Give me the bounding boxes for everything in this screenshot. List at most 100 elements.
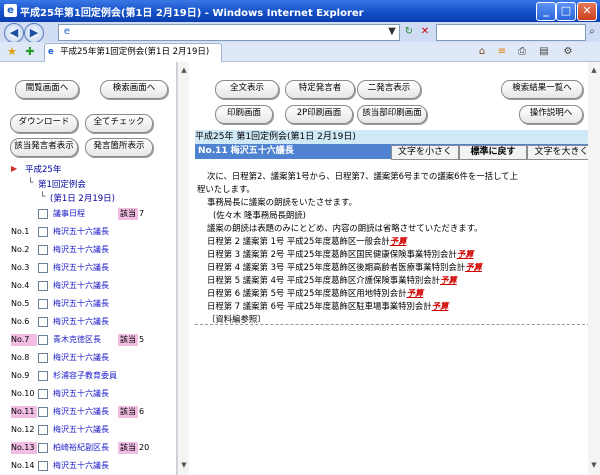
print-icon[interactable]: ⎙ <box>516 46 528 58</box>
search-icon[interactable]: ⌕ <box>586 26 598 38</box>
checkbox[interactable] <box>38 389 48 399</box>
scroll-down-icon[interactable]: ▼ <box>179 460 189 470</box>
list-item[interactable]: No.6 梅沢五十六議長 <box>0 314 176 330</box>
tools-gear-icon[interactable]: ⚙ <box>562 46 574 58</box>
close-button[interactable]: ✕ <box>577 2 597 21</box>
checkbox[interactable] <box>38 407 48 417</box>
tree-session[interactable]: 第1回定例会 <box>38 178 86 190</box>
checkbox[interactable] <box>38 245 48 255</box>
refresh-icon[interactable]: ↻ <box>403 26 415 38</box>
left-scrollbar[interactable]: ▲ ▼ <box>177 62 189 475</box>
stop-icon[interactable]: ✕ <box>419 26 431 38</box>
speaker-link[interactable]: 梅沢五十六議長 <box>53 388 109 400</box>
checkbox[interactable] <box>38 443 48 453</box>
checkbox[interactable] <box>38 281 48 291</box>
checkbox[interactable] <box>38 335 48 345</box>
home-icon[interactable]: ⌂ <box>476 46 488 58</box>
speaker-link[interactable]: 梅沢五十六議長 <box>53 244 109 256</box>
print-2p-button[interactable]: 2P印刷画面 <box>285 105 353 124</box>
checkbox[interactable] <box>38 299 48 309</box>
list-item[interactable]: No.14 梅沢五十六議長 <box>0 458 176 474</box>
list-item[interactable]: No.5 梅沢五十六議長 <box>0 296 176 312</box>
budget-link[interactable]: 予算 <box>440 275 457 285</box>
budget-link[interactable]: 予算 <box>406 288 423 298</box>
scroll-up-icon[interactable]: ▲ <box>179 65 189 75</box>
specific-speaker-button[interactable]: 特定発言者 <box>285 80 355 99</box>
relevance-tag: 該当 <box>118 406 138 418</box>
speaker-link[interactable]: 梅沢五十六議長 <box>53 316 109 328</box>
search-screen-button[interactable]: 検索画面へ <box>100 80 168 99</box>
list-item[interactable]: No.13 柏崎裕紀副区長 該当 20 <box>0 440 176 456</box>
list-item[interactable]: No.3 梅沢五十六議長 <box>0 260 176 276</box>
tree-year[interactable]: 平成25年 <box>25 163 61 175</box>
feeds-icon[interactable]: ≡ <box>496 46 508 58</box>
budget-link[interactable]: 予算 <box>457 249 474 259</box>
scroll-up-icon[interactable]: ▲ <box>589 65 599 75</box>
speaker-link[interactable]: 梅沢五十六議長 <box>53 460 109 472</box>
show-all-button[interactable]: 全文表示 <box>215 80 279 99</box>
url-input[interactable]: e <box>58 24 400 41</box>
speaker-link[interactable]: 梅沢五十六議長 <box>53 262 109 274</box>
bill-text: 日程第 2 議案第 1号 平成25年度葛飾区一般会計 <box>207 236 390 246</box>
speaker-link[interactable]: 梅沢五十六議長 <box>53 280 109 292</box>
check-all-button[interactable]: 全てチェック <box>85 114 153 133</box>
minimize-button[interactable]: _ <box>536 2 556 21</box>
print-screen-button[interactable]: 印刷画面 <box>215 105 273 124</box>
budget-link[interactable]: 予算 <box>465 262 482 272</box>
show-speech-index-button[interactable]: 発言箇所表示 <box>85 138 153 157</box>
list-item[interactable]: No.11 梅沢五十六議長 該当 6 <box>0 404 176 420</box>
checkbox[interactable] <box>38 425 48 435</box>
tab-current[interactable]: e 平成25年第1回定例会(第1日 2月19日) <box>44 43 222 62</box>
agenda-row[interactable]: 議事日程 該当 7 <box>0 206 176 222</box>
checkbox[interactable] <box>38 317 48 327</box>
item-number: No.6 <box>11 317 30 326</box>
search-results-button[interactable]: 検索結果一覧へ <box>501 80 583 99</box>
favorites-star-icon[interactable]: ★ <box>6 46 18 58</box>
forward-button[interactable]: ▶ <box>24 23 44 43</box>
agenda-label[interactable]: 議事日程 <box>53 208 85 220</box>
font-larger-button[interactable]: 文字を大きく <box>527 145 596 160</box>
list-item[interactable]: No.9 杉浦容子教育委員 <box>0 368 176 384</box>
budget-link[interactable]: 予算 <box>390 236 407 246</box>
speaker-link[interactable]: 梅沢五十六議長 <box>53 424 109 436</box>
checkbox[interactable] <box>38 353 48 363</box>
speaker-link[interactable]: 梅沢五十六議長 <box>53 406 109 418</box>
checkbox[interactable] <box>38 227 48 237</box>
speaker-link[interactable]: 梅沢五十六議長 <box>53 352 109 364</box>
list-item[interactable]: No.4 梅沢五十六議長 <box>0 278 176 294</box>
view-screen-button[interactable]: 閲覧画面へ <box>15 80 79 99</box>
font-smaller-button[interactable]: 文字を小さく <box>391 145 459 160</box>
search-input[interactable] <box>436 24 586 41</box>
list-item[interactable]: No.10 梅沢五十六議長 <box>0 386 176 402</box>
help-button[interactable]: 操作説明へ <box>519 105 583 124</box>
budget-link[interactable]: 予算 <box>432 301 449 311</box>
speaker-link[interactable]: 梅沢五十六議長 <box>53 298 109 310</box>
speaker-link[interactable]: 柏崎裕紀副区長 <box>53 442 109 454</box>
right-scrollbar[interactable]: ▲ ▼ <box>588 62 600 475</box>
list-item[interactable]: No.2 梅沢五十六議長 <box>0 242 176 258</box>
checkbox[interactable] <box>38 263 48 273</box>
print-relevant-button[interactable]: 該当部印刷画面 <box>357 105 427 124</box>
two-speakers-button[interactable]: 二発言表示 <box>357 80 421 99</box>
font-reset-button[interactable]: 標準に戻す <box>459 145 527 160</box>
show-speakers-button[interactable]: 該当発言者表示 <box>10 138 78 157</box>
maximize-button[interactable]: □ <box>556 2 576 21</box>
list-item[interactable]: No.1 梅沢五十六議長 <box>0 224 176 240</box>
add-favorites-icon[interactable]: ✚ <box>24 46 36 58</box>
dropdown-icon[interactable]: ▼ <box>386 26 398 38</box>
checkbox[interactable] <box>38 371 48 381</box>
scroll-down-icon[interactable]: ▼ <box>589 460 599 470</box>
speaker-link[interactable]: 杉浦容子教育委員 <box>53 370 117 382</box>
list-item[interactable]: No.12 梅沢五十六議長 <box>0 422 176 438</box>
tree-day[interactable]: (第1日 2月19日) <box>50 192 115 204</box>
page-menu-icon[interactable]: ▤ <box>538 46 550 58</box>
speaker-link[interactable]: 梅沢五十六議長 <box>53 226 109 238</box>
checkbox[interactable] <box>38 209 48 219</box>
speaker-link[interactable]: 青木克徳区長 <box>53 334 101 346</box>
list-item[interactable]: No.7 青木克徳区長 該当 5 <box>0 332 176 348</box>
download-button[interactable]: ダウンロード <box>10 114 78 133</box>
right-frame: 全文表示 特定発言者 二発言表示 検索結果一覧へ 印刷画面 2P印刷画面 該当部… <box>189 62 600 475</box>
back-button[interactable]: ◀ <box>4 23 24 43</box>
list-item[interactable]: No.8 梅沢五十六議長 <box>0 350 176 366</box>
checkbox[interactable] <box>38 461 48 471</box>
